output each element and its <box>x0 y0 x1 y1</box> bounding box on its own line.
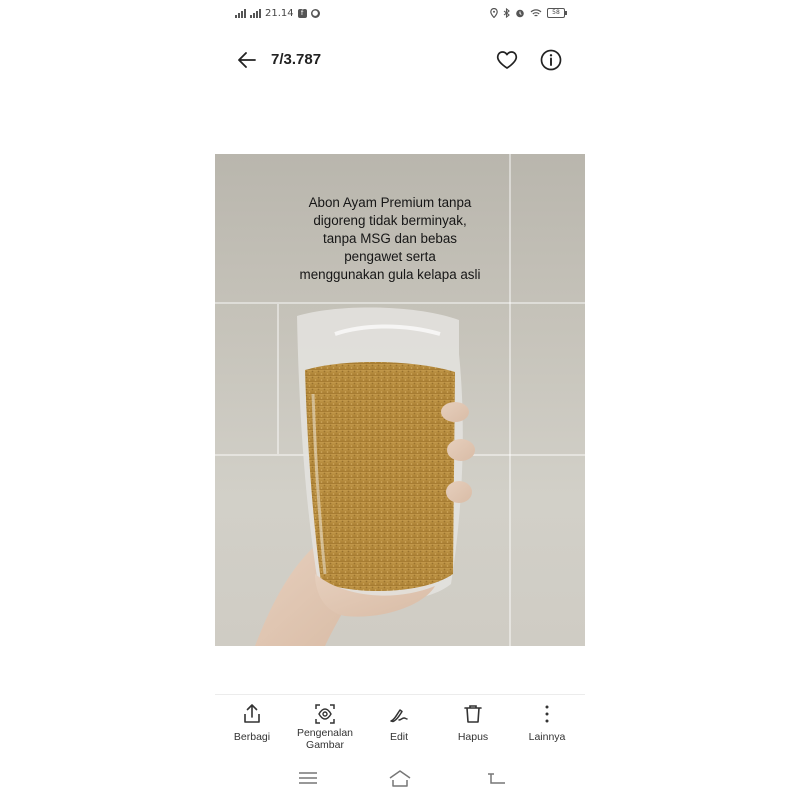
caption-line: digoreng tidak berminyak, <box>313 213 467 228</box>
caption-line: Abon Ayam Premium tanpa <box>308 195 472 210</box>
gallery-viewer: 21.14 f ● 58 7/3.787 Abon Ayam Premium t… <box>215 0 585 800</box>
caption-line: tanpa MSG dan bebas <box>323 231 457 246</box>
menu-icon[interactable] <box>296 768 320 788</box>
signal-icon <box>235 9 246 18</box>
bottom-toolbar: Berbagi Pengenalan Gambar Edit Hapus Lai… <box>215 703 585 755</box>
edit-button[interactable]: Edit <box>364 703 434 743</box>
product-photo[interactable]: Abon Ayam Premium tanpa digoreng tidak b… <box>215 154 585 646</box>
pen-icon <box>390 709 408 723</box>
status-left: 21.14 f ● <box>235 8 320 19</box>
image-recognition-icon <box>315 704 335 724</box>
status-time: 21.14 <box>265 8 294 19</box>
share-icon <box>244 704 260 723</box>
photo-caption: Abon Ayam Premium tanpa digoreng tidak b… <box>265 194 515 284</box>
more-button[interactable]: Lainnya <box>512 703 582 743</box>
signal-icon <box>250 9 261 18</box>
battery-icon: 58 <box>547 8 567 18</box>
image-recognition-label: Pengenalan Gambar <box>290 727 360 751</box>
more-vertical-icon <box>545 705 549 723</box>
status-bar: 21.14 f ● 58 <box>215 6 585 24</box>
image-recognition-button[interactable]: Pengenalan Gambar <box>290 703 360 751</box>
heart-icon[interactable] <box>495 48 519 72</box>
system-nav-bar <box>215 766 585 792</box>
alarm-icon <box>516 9 524 18</box>
bluetooth-icon <box>503 8 510 18</box>
info-icon[interactable] <box>539 48 563 72</box>
status-right: 58 <box>490 8 567 18</box>
caption-line: pengawet serta <box>344 249 436 264</box>
arrow-left-icon[interactable] <box>235 48 259 72</box>
caption-line: menggunakan gula kelapa asli <box>299 267 481 282</box>
back-icon[interactable] <box>485 768 509 788</box>
toolbar-divider <box>215 694 585 695</box>
trash-icon <box>464 705 482 723</box>
image-recognition-label-line2: Gambar <box>306 739 344 751</box>
notification-icon: ● <box>310 9 320 18</box>
share-button[interactable]: Berbagi <box>217 703 287 743</box>
delete-label: Hapus <box>457 731 489 743</box>
image-recognition-label-line1: Pengenalan <box>296 727 354 739</box>
location-icon <box>490 8 498 18</box>
viewer-header: 7/3.787 <box>215 42 585 78</box>
wifi-icon <box>530 9 542 17</box>
home-icon[interactable] <box>388 768 412 788</box>
edit-label: Edit <box>389 731 409 743</box>
share-label: Berbagi <box>233 731 271 743</box>
image-counter: 7/3.787 <box>271 51 322 68</box>
battery-level: 58 <box>552 9 560 16</box>
more-label: Lainnya <box>528 731 566 743</box>
facebook-icon: f <box>297 9 307 18</box>
delete-button[interactable]: Hapus <box>438 703 508 743</box>
